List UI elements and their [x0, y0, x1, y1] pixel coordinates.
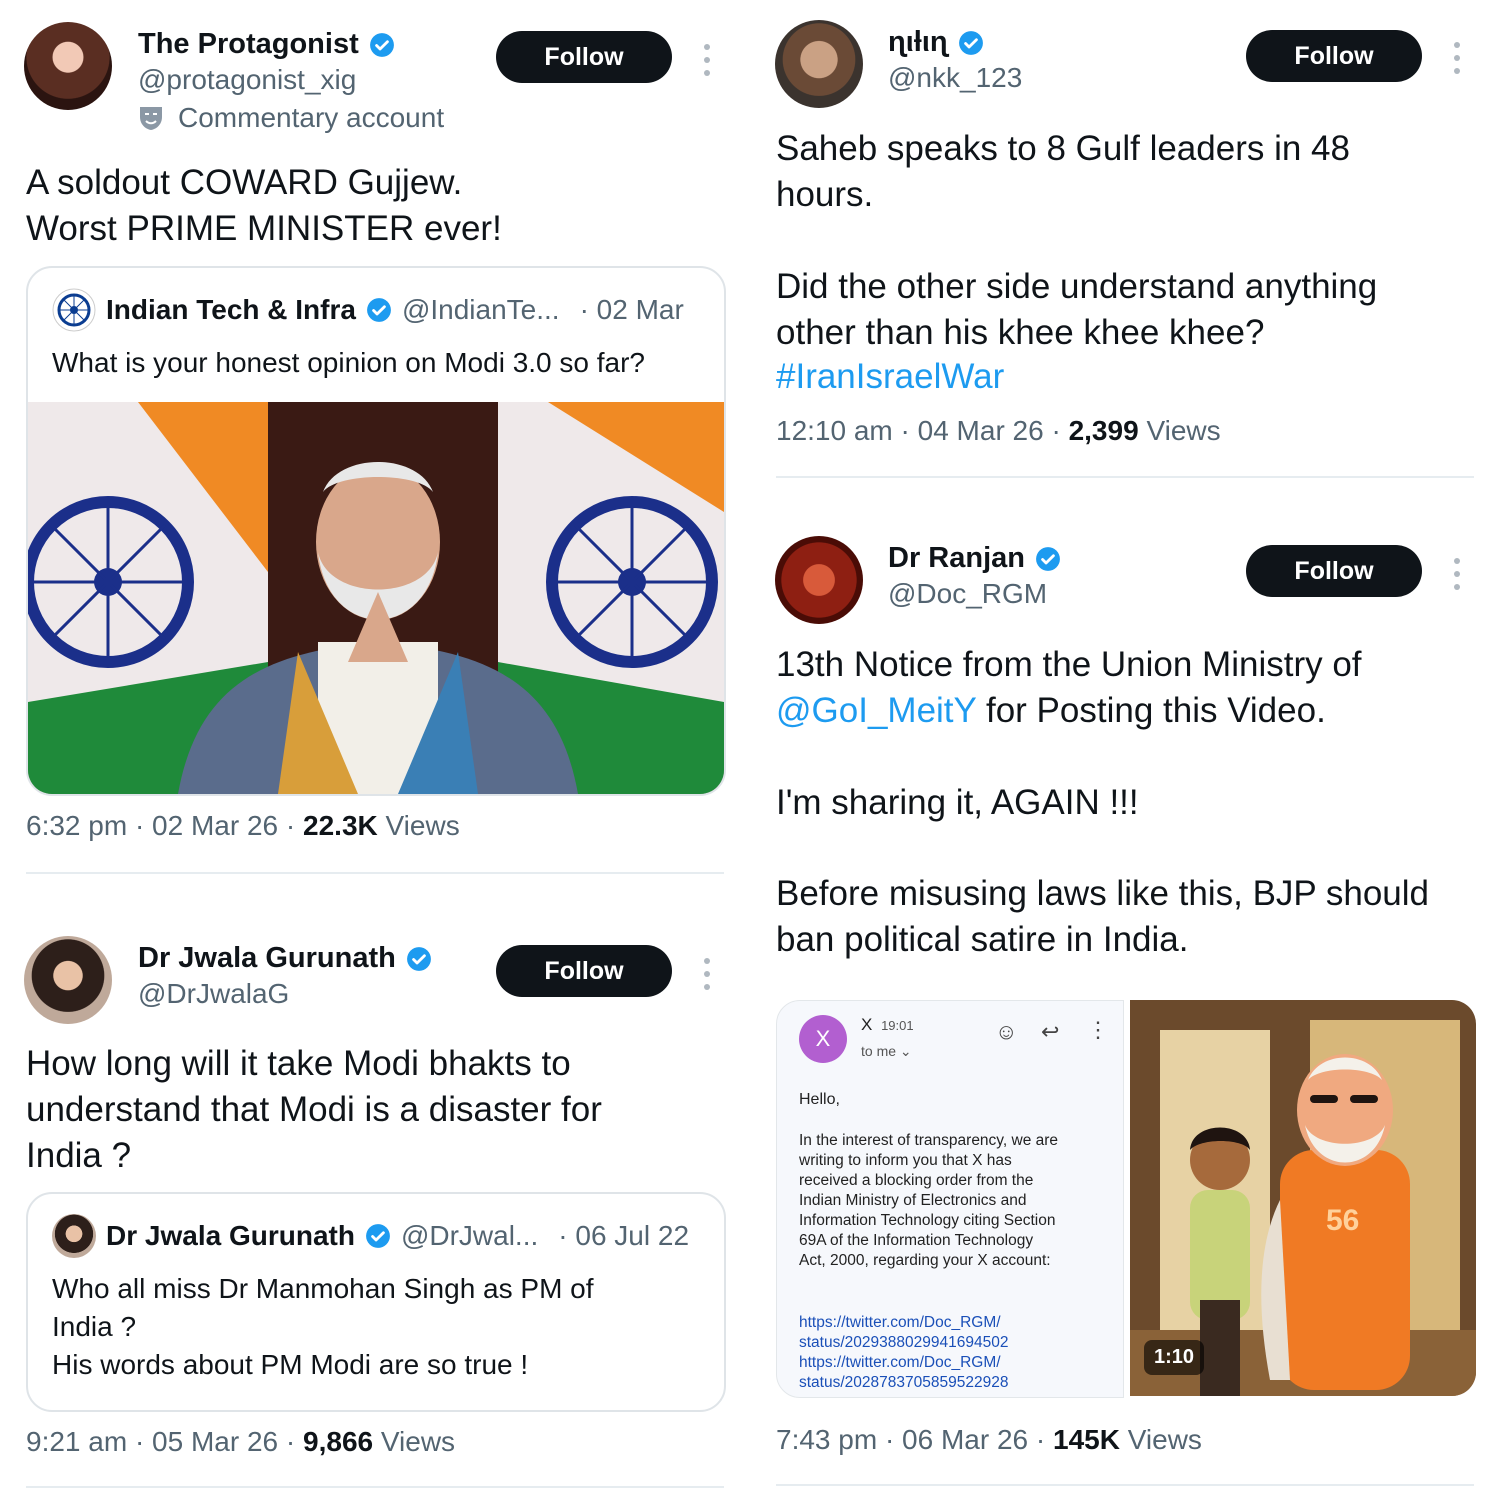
jacket-number: 56	[1326, 1204, 1359, 1237]
email-sender: X	[861, 1015, 873, 1034]
emoji-react-icon[interactable]: ☺	[995, 1019, 1017, 1045]
quoted-tweet[interactable]: Indian Tech & Infra @IndianTe... · 02 Ma…	[26, 266, 726, 796]
views-label: Views	[1127, 1424, 1202, 1455]
verified-badge-icon	[406, 946, 431, 971]
quoted-author-name: Indian Tech & Infra	[106, 294, 356, 325]
avatar[interactable]	[24, 936, 112, 1024]
tweet-timestamp[interactable]: 9:21 am · 05 Mar 26 · 9,866 Views	[26, 1426, 455, 1458]
media-email-screenshot[interactable]: X X 19:01 to me ⌄ ☺ ↩ ⋮ Hello, In the in…	[776, 1000, 1124, 1398]
quoted-date: · 06 Jul 22	[558, 1220, 690, 1251]
quoted-author-handle: @IndianTe...	[401, 294, 560, 325]
more-options-icon[interactable]	[1452, 42, 1462, 76]
verified-badge-icon	[958, 30, 983, 55]
quoted-date: · 02 Mar	[579, 294, 684, 325]
divider	[776, 1484, 1474, 1486]
tweet-text: Before misusing laws like this, BJP shou…	[776, 874, 1429, 959]
verified-badge-icon	[1036, 546, 1060, 571]
tweet-timestamp[interactable]: 12:10 am · 04 Mar 26 · 2,399 Views	[776, 415, 1221, 447]
avatar[interactable]	[775, 536, 863, 624]
divider	[776, 476, 1474, 478]
author-handle[interactable]: @Doc_RGM	[888, 578, 1047, 610]
author-handle[interactable]: @protagonist_xig	[138, 64, 356, 96]
quoted-tweet[interactable]: Dr Jwala Gurunath @DrJwal... · 06 Jul 22…	[26, 1192, 726, 1412]
divider	[26, 872, 724, 874]
tweet-text: How long will it take Modi bhakts to und…	[26, 1044, 602, 1175]
email-recipient: to me ⌄	[861, 1043, 912, 1059]
quoted-avatar	[52, 1214, 96, 1258]
verified-badge-icon	[366, 1224, 390, 1248]
author-handle[interactable]: @nkk_123	[888, 62, 1022, 94]
views-label: Views	[380, 1426, 456, 1457]
views-label: Views	[385, 810, 460, 841]
tweet-text-line: @GoI_MeitY for Posting this Video.	[776, 691, 1326, 730]
video-duration-badge: 1:10	[1144, 1340, 1205, 1375]
divider	[26, 1486, 724, 1488]
theater-mask-icon	[140, 107, 162, 130]
mention-link[interactable]: @GoI_MeitY	[776, 691, 976, 730]
email-time: 19:01	[881, 1018, 914, 1033]
tweet-text: 13th Notice from the Union Ministry of	[776, 645, 1362, 684]
quoted-author-name: Dr Jwala Gurunath	[106, 1220, 355, 1251]
reply-icon[interactable]: ↩	[1041, 1019, 1059, 1045]
quoted-author-handle: @DrJwal...	[400, 1220, 539, 1251]
avatar[interactable]	[775, 20, 863, 108]
quoted-text: Who all miss Dr Manmohan Singh as PM of …	[52, 1273, 594, 1380]
chevron-down-icon: ⌄	[899, 1043, 912, 1059]
email-body: In the interest of transparency, we are …	[799, 1132, 1059, 1269]
views-count: 9,866	[303, 1426, 374, 1457]
views-count: 2,399	[1068, 415, 1139, 446]
hashtag-link[interactable]: #IranIsraelWar	[776, 354, 1004, 400]
email-more-icon[interactable]: ⋮	[1087, 1017, 1109, 1043]
follow-button[interactable]: Follow	[1246, 545, 1422, 597]
author-name[interactable]: ɳιƚιɳ	[888, 26, 984, 59]
avatar[interactable]	[24, 22, 112, 110]
tweet-text: I'm sharing it, AGAIN !!!	[776, 783, 1139, 822]
more-options-icon[interactable]	[1452, 558, 1462, 592]
author-name[interactable]: The Protagonist	[138, 28, 395, 61]
tweet-timestamp[interactable]: 6:32 pm · 02 Mar 26 · 22.3K Views	[26, 810, 460, 842]
email-links[interactable]: https://twitter.com/Doc_RGM/ status/2029…	[799, 1313, 1109, 1393]
more-options-icon[interactable]	[702, 958, 712, 992]
follow-button[interactable]: Follow	[496, 31, 672, 83]
more-options-icon[interactable]	[702, 44, 712, 78]
author-name[interactable]: Dr Jwala Gurunath	[138, 942, 432, 975]
video-thumbnail: 56	[1130, 1000, 1476, 1396]
follow-button[interactable]: Follow	[496, 945, 672, 997]
quoted-text: What is your honest opinion on Modi 3.0 …	[52, 347, 646, 378]
verified-badge-icon	[367, 298, 391, 322]
tweet-text: Saheb speaks to 8 Gulf leaders in 48 hou…	[776, 129, 1378, 352]
verified-badge-icon	[369, 32, 394, 57]
views-count: 145K	[1053, 1424, 1120, 1455]
quoted-media-image[interactable]	[28, 402, 724, 794]
views-count: 22.3K	[303, 810, 378, 841]
quoted-avatar	[52, 288, 96, 332]
tweet-text: A soldout COWARD Gujjew. Worst PRIME MIN…	[26, 163, 502, 248]
author-name[interactable]: Dr Ranjan	[888, 542, 1061, 575]
commentary-label: Commentary account	[138, 102, 444, 134]
views-label: Views	[1146, 415, 1221, 446]
email-sender-avatar: X	[799, 1015, 847, 1063]
email-greeting: Hello,	[799, 1091, 840, 1108]
follow-button[interactable]: Follow	[1246, 30, 1422, 82]
tweet-timestamp[interactable]: 7:43 pm · 06 Mar 26 · 145K Views	[776, 1424, 1202, 1456]
media-video[interactable]: 56 1:10	[1130, 1000, 1476, 1396]
author-handle[interactable]: @DrJwalaG	[138, 978, 289, 1010]
